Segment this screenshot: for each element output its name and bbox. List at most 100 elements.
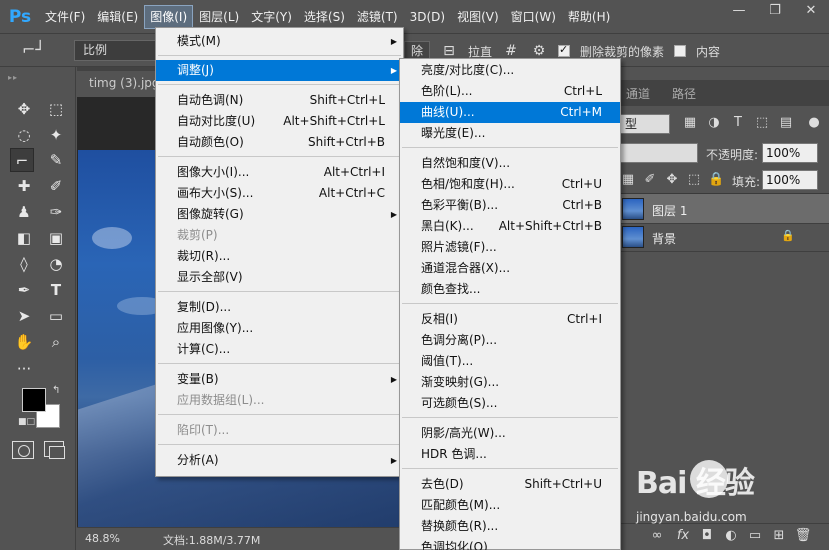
menu-item-posterize[interactable]: 色调分离(P)... (400, 330, 620, 351)
menu-item-match-color[interactable]: 匹配颜色(M)... (400, 495, 620, 516)
lock-position-icon[interactable]: ✥ (664, 172, 680, 187)
menu-item-channel-mixer[interactable]: 通道混合器(X)... (400, 258, 620, 279)
eraser-tool-icon[interactable]: ◧ (12, 226, 36, 250)
menu-item-image-size[interactable]: 图像大小(I)... Alt+Ctrl+I (156, 162, 403, 183)
crop-tool-preset-icon[interactable]: ⌐┘ (22, 40, 45, 59)
pixel-filter-icon[interactable]: ▦ (682, 115, 698, 130)
menu-item-duplicate[interactable]: 复制(D)... (156, 297, 403, 318)
grid-overlay-icon[interactable]: # (502, 43, 520, 59)
toolbox-grip[interactable]: ▸▸ (8, 73, 18, 82)
layer-kind-select[interactable]: 型 (620, 114, 670, 134)
menu-item-apply-data-set[interactable]: 应用数据组(L)... (156, 390, 403, 411)
content-aware-checkbox[interactable] (674, 45, 687, 57)
menu-item-threshold[interactable]: 阈值(T)... (400, 351, 620, 372)
shape-filter-icon[interactable]: ⬚ (754, 115, 770, 130)
menu-item-desaturate[interactable]: 去色(D) Shift+Ctrl+U (400, 474, 620, 495)
zoom-readout[interactable]: 48.8% (85, 532, 120, 545)
dodge-tool-icon[interactable]: ◔ (44, 252, 68, 276)
menu-select[interactable]: 选择(S) (299, 6, 350, 28)
ratio-select[interactable]: 比例 (74, 40, 156, 61)
brush-tool-icon[interactable]: ✐ (44, 174, 68, 198)
delete-cropped-checkbox[interactable] (558, 43, 571, 57)
menu-edit[interactable]: 编辑(E) (92, 6, 143, 28)
path-selection-tool-icon[interactable]: ➤ (12, 304, 36, 328)
swap-colors-icon[interactable]: ↰ (52, 385, 60, 396)
lock-all-icon[interactable]: 🔒 (708, 172, 724, 187)
menu-item-selective-color[interactable]: 可选颜色(S)... (400, 393, 620, 414)
adjustment-filter-icon[interactable]: ◑ (706, 115, 722, 130)
menu-file[interactable]: 文件(F) (40, 6, 90, 28)
menu-item-trim[interactable]: 裁切(R)... (156, 246, 403, 267)
more-tools-icon[interactable]: ··· (12, 357, 36, 381)
quick-mask-icon[interactable] (12, 441, 34, 459)
menu-layer[interactable]: 图层(L) (194, 6, 244, 28)
menu-item-equalize[interactable]: 色调均化(Q) (400, 537, 620, 550)
rectangle-tool-icon[interactable]: ▭ (44, 304, 68, 328)
marquee-tool-icon[interactable]: ⬚ (44, 97, 68, 121)
blend-mode-select[interactable] (620, 143, 698, 163)
menu-item-adjust[interactable]: 调整(J) ▶ (156, 60, 403, 81)
lock-artboard-icon[interactable]: ⬚ (686, 172, 702, 187)
default-colors-icon[interactable]: ■□ (18, 417, 35, 427)
straighten-icon[interactable]: ⊟ (440, 43, 458, 59)
menu-item-analysis[interactable]: 分析(A) ▶ (156, 450, 403, 471)
menu-item-calculations[interactable]: 计算(C)... (156, 339, 403, 360)
menu-item-canvas-size[interactable]: 画布大小(S)... Alt+Ctrl+C (156, 183, 403, 204)
filter-toggle-icon[interactable]: ● (806, 115, 822, 130)
blur-tool-icon[interactable]: ◊ (12, 252, 36, 276)
history-brush-tool-icon[interactable]: ✑ (44, 200, 68, 224)
screen-mode-icon[interactable] (44, 441, 65, 459)
menu-item-hue-saturation[interactable]: 色相/饱和度(H)... Ctrl+U (400, 174, 620, 195)
menu-item-auto-color[interactable]: 自动颜色(O) Shift+Ctrl+B (156, 132, 403, 153)
tab-channels[interactable]: 通道 (620, 83, 656, 106)
menu-item-variables[interactable]: 变量(B) ▶ (156, 369, 403, 390)
menu-item-exposure[interactable]: 曝光度(E)... (400, 123, 620, 144)
lock-transparent-icon[interactable]: ▦ (620, 172, 636, 187)
type-tool-icon[interactable]: T (44, 278, 68, 302)
healing-brush-tool-icon[interactable]: ✚ (12, 174, 36, 198)
eyedropper-tool-icon[interactable]: ✎ (44, 148, 68, 172)
close-icon[interactable]: ✕ (793, 0, 829, 22)
menu-item-auto-tone[interactable]: 自动色调(N) Shift+Ctrl+L (156, 90, 403, 111)
menu-item-apply-image[interactable]: 应用图像(Y)... (156, 318, 403, 339)
menu-item-brightness-contrast[interactable]: 亮度/对比度(C)... (400, 60, 620, 81)
menu-item-crop[interactable]: 裁剪(P) (156, 225, 403, 246)
document-size[interactable]: 文档:1.88M/3.77M (163, 532, 260, 548)
menu-window[interactable]: 窗口(W) (506, 6, 561, 28)
menu-item-hdr-toning[interactable]: HDR 色调... (400, 444, 620, 465)
zoom-tool-icon[interactable]: ⌕ (44, 330, 68, 354)
menu-item-vibrance[interactable]: 自然饱和度(V)... (400, 153, 620, 174)
opacity-input[interactable]: 100% (762, 143, 818, 163)
menu-item-replace-color[interactable]: 替换颜色(R)... (400, 516, 620, 537)
move-tool-icon[interactable]: ✥ (12, 97, 36, 121)
menu-filter[interactable]: 滤镜(T) (352, 6, 403, 28)
menu-help[interactable]: 帮助(H) (563, 6, 615, 28)
menu-item-image-rotation[interactable]: 图像旋转(G) ▶ (156, 204, 403, 225)
menu-item-black-white[interactable]: 黑白(K)... Alt+Shift+Ctrl+B (400, 216, 620, 237)
tab-paths[interactable]: 路径 (666, 83, 702, 106)
lasso-tool-icon[interactable]: ◌ (12, 123, 36, 147)
menu-view[interactable]: 视图(V) (452, 6, 504, 28)
menu-item-invert[interactable]: 反相(I) Ctrl+I (400, 309, 620, 330)
menu-3d[interactable]: 3D(D) (405, 6, 450, 28)
menu-item-gradient-map[interactable]: 渐变映射(G)... (400, 372, 620, 393)
menu-item-shadows-highlights[interactable]: 阴影/高光(W)... (400, 423, 620, 444)
hand-tool-icon[interactable]: ✋ (12, 330, 36, 354)
menu-item-photo-filter[interactable]: 照片滤镜(F)... (400, 237, 620, 258)
menu-item-color-lookup[interactable]: 颜色查找... (400, 279, 620, 300)
foreground-color-swatch[interactable] (22, 388, 46, 412)
menu-item-curves[interactable]: 曲线(U)... Ctrl+M (400, 102, 620, 123)
menu-item-trap[interactable]: 陷印(T)... (156, 420, 403, 441)
lock-image-icon[interactable]: ✐ (642, 172, 658, 187)
clone-stamp-tool-icon[interactable]: ♟ (12, 200, 36, 224)
layer-row[interactable]: 背景 🔒 (620, 222, 829, 252)
menu-item-mode[interactable]: 模式(M) ▶ (156, 31, 403, 52)
menu-item-levels[interactable]: 色阶(L)... Ctrl+L (400, 81, 620, 102)
menu-type[interactable]: 文字(Y) (246, 6, 297, 28)
straighten-label[interactable]: 拉直 (468, 43, 492, 60)
minimize-icon[interactable]: — (721, 0, 757, 22)
layer-row[interactable]: 图层 1 (620, 194, 829, 224)
smart-object-filter-icon[interactable]: ▤ (778, 115, 794, 130)
crop-tool-icon[interactable]: ⌐ (10, 148, 34, 172)
menu-item-color-balance[interactable]: 色彩平衡(B)... Ctrl+B (400, 195, 620, 216)
